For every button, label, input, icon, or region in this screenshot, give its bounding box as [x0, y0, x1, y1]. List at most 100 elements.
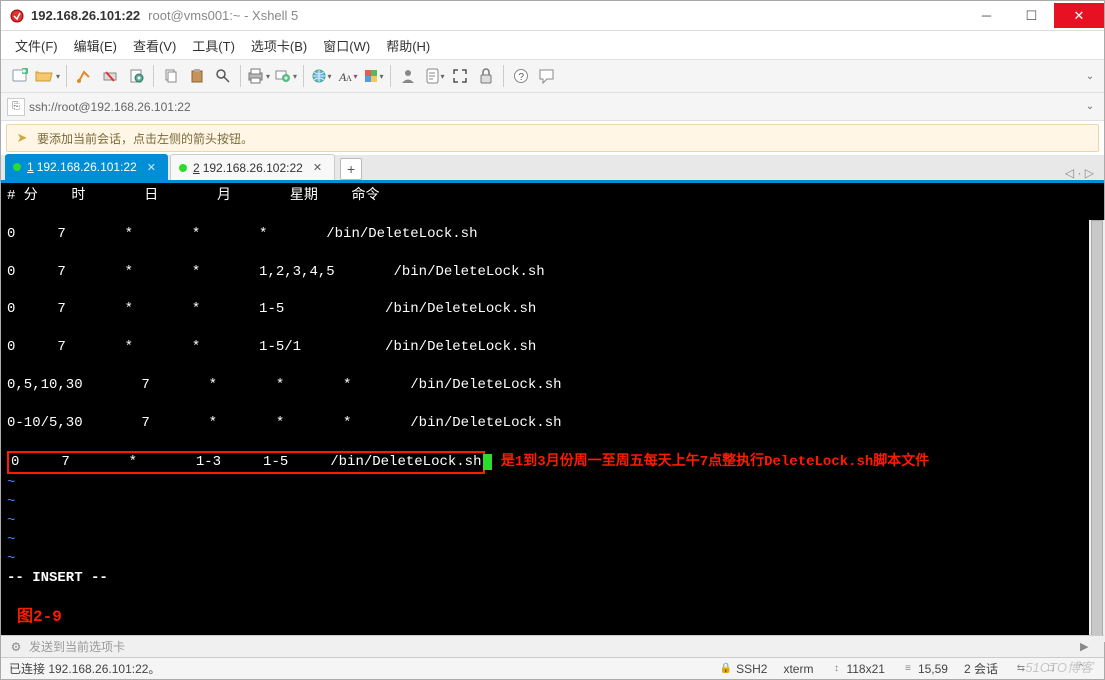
cron-row: 0 7 * * 1-5/1 /bin/DeleteLock.sh: [7, 339, 536, 355]
close-button[interactable]: ✕: [1054, 3, 1104, 28]
cron-header: # 分 时 日 月 星期 命令: [7, 188, 379, 204]
send-icon[interactable]: ▶: [1080, 640, 1098, 653]
toolbar: ▾ ▾ ▾ ▾ AA▾ ▾ ▾ ? ⌄: [1, 59, 1104, 93]
tab-nav[interactable]: ◁ · ▷: [1065, 166, 1100, 180]
send-input[interactable]: 发送到当前选项卡: [29, 638, 1080, 655]
svg-text:A: A: [346, 74, 352, 83]
highlight-box: 0 7 * 1-3 1-5 /bin/DeleteLock.sh: [7, 451, 485, 474]
addr-leading-icon[interactable]: ⎘: [7, 98, 25, 116]
tab-label: 192.168.26.101:22: [37, 160, 137, 174]
send-bar: ⚙ 发送到当前选项卡 ▶: [1, 635, 1104, 657]
tab-num: 1: [27, 160, 34, 174]
hint-bar: ➤ 要添加当前会话，点击左侧的箭头按钮。: [6, 124, 1099, 152]
address-bar: ⎘ ssh://root@192.168.26.101:22 ⌄: [1, 93, 1104, 121]
font-icon[interactable]: AA▾: [336, 64, 358, 88]
title-subtitle: root@vms001:~ - Xshell 5: [148, 8, 298, 23]
toolbar-sep: [303, 65, 304, 87]
tilde: ~: [7, 513, 15, 529]
paste-icon[interactable]: [186, 64, 208, 88]
cron-row: 0 7 * * 1,2,3,4,5 /bin/DeleteLock.sh: [7, 264, 545, 280]
disconnect-icon[interactable]: [99, 64, 121, 88]
menu-bar: 文件(F) 编辑(E) 查看(V) 工具(T) 选项卡(B) 窗口(W) 帮助(…: [1, 31, 1104, 59]
toolbar-sep: [66, 65, 67, 87]
toolbar-sep: [153, 65, 154, 87]
new-session-icon[interactable]: [9, 64, 31, 88]
address-dropdown[interactable]: ⌄: [1082, 101, 1098, 112]
new-tab-button[interactable]: +: [340, 158, 362, 180]
xftp-icon[interactable]: ▾: [274, 64, 297, 88]
print-icon[interactable]: ▾: [247, 64, 270, 88]
tilde: ~: [7, 551, 15, 567]
tab-label: 192.168.26.102:22: [203, 161, 303, 175]
lock-icon: 🔒: [719, 662, 733, 676]
app-icon: [9, 8, 25, 24]
properties-icon[interactable]: [125, 64, 147, 88]
cron-row: 0 7 * * 1-5 /bin/DeleteLock.sh: [7, 301, 536, 317]
tab-close-icon[interactable]: ✕: [313, 161, 322, 174]
toolbar-overflow[interactable]: ⌄: [1082, 71, 1098, 82]
hint-arrow-icon[interactable]: ➤: [13, 129, 31, 147]
colorscheme-icon[interactable]: ▾: [362, 64, 384, 88]
menu-tool[interactable]: 工具(T): [186, 33, 241, 58]
cron-row: 0 7 * * * /bin/DeleteLock.sh: [7, 226, 477, 242]
size-icon: ↕: [829, 662, 843, 676]
window-buttons: ─ ☐ ✕: [964, 3, 1104, 28]
status-connection: 已连接 192.168.26.101:22。: [9, 660, 160, 677]
vi-mode: -- INSERT --: [7, 570, 108, 586]
tab-close-icon[interactable]: ✕: [147, 161, 156, 174]
scroll-thumb[interactable]: [1091, 220, 1103, 642]
lock-icon[interactable]: [475, 64, 497, 88]
svg-text:?: ?: [519, 72, 525, 83]
figure-label: 图2-9: [17, 607, 62, 629]
feedback-icon[interactable]: [536, 64, 558, 88]
status-bar: 已连接 192.168.26.101:22。 🔒SSH2 xterm ↕118x…: [1, 657, 1104, 679]
cron-row: 0,5,10,30 7 * * * /bin/DeleteLock.sh: [7, 377, 562, 393]
tab-bar: 1 192.168.26.101:22 ✕ 2 192.168.26.102:2…: [1, 155, 1104, 183]
tab-1[interactable]: 1 192.168.26.101:22 ✕: [5, 154, 168, 180]
open-folder-icon[interactable]: ▾: [35, 64, 60, 88]
terminal[interactable]: # 分 时 日 月 星期 命令 0 7 * * * /bin/DeleteLoc…: [1, 183, 1104, 635]
tilde: ~: [7, 494, 15, 510]
find-icon[interactable]: [212, 64, 234, 88]
maximize-button[interactable]: ☐: [1009, 3, 1054, 28]
toolbar-sep: [390, 65, 391, 87]
app-window: 192.168.26.101:22 root@vms001:~ - Xshell…: [0, 0, 1105, 680]
menu-tabs[interactable]: 选项卡(B): [245, 33, 313, 58]
status-dot-icon: [13, 163, 21, 171]
menu-view[interactable]: 查看(V): [127, 33, 182, 58]
status-dot-icon: [179, 164, 187, 172]
status-sessions: 2 会话: [964, 660, 998, 677]
toolbar-sep: [240, 65, 241, 87]
reconnect-icon[interactable]: [73, 64, 95, 88]
script-icon[interactable]: ▾: [423, 64, 445, 88]
tilde: ~: [7, 532, 15, 548]
pos-icon: ≡: [901, 662, 915, 676]
menu-help[interactable]: 帮助(H): [380, 33, 436, 58]
status-pos: ≡15,59: [901, 662, 948, 676]
globe-icon[interactable]: ▾: [310, 64, 332, 88]
annotation-text: 是1到3月份周一至周五每天上午7点整执行DeleteLock.sh脚本文件: [501, 454, 929, 470]
address-text[interactable]: ssh://root@192.168.26.101:22: [29, 100, 1082, 114]
title-ip: 192.168.26.101:22: [31, 8, 140, 23]
gear-icon[interactable]: ⚙: [7, 638, 25, 656]
menu-edit[interactable]: 编辑(E): [68, 33, 123, 58]
hint-text: 要添加当前会话，点击左侧的箭头按钮。: [37, 130, 253, 147]
status-term: xterm: [783, 662, 813, 676]
menu-file[interactable]: 文件(F): [9, 33, 64, 58]
cron-row-highlight: 0 7 * 1-3 1-5 /bin/DeleteLock.sh: [11, 454, 481, 470]
tab-num: 2: [193, 161, 200, 175]
watermark: 51CTO博客: [1025, 657, 1093, 676]
menu-window[interactable]: 窗口(W): [317, 33, 376, 58]
vertical-scrollbar[interactable]: [1089, 220, 1105, 642]
user-icon[interactable]: [397, 64, 419, 88]
cursor-icon: [483, 454, 492, 470]
status-ssh: 🔒SSH2: [719, 662, 767, 676]
tab-2[interactable]: 2 192.168.26.102:22 ✕: [170, 154, 335, 180]
cron-row: 0-10/5,30 7 * * * /bin/DeleteLock.sh: [7, 415, 562, 431]
copy-icon[interactable]: [160, 64, 182, 88]
title-bar: 192.168.26.101:22 root@vms001:~ - Xshell…: [1, 1, 1104, 31]
help-icon[interactable]: ?: [510, 64, 532, 88]
minimize-button[interactable]: ─: [964, 3, 1009, 28]
toolbar-sep: [503, 65, 504, 87]
fullscreen-icon[interactable]: [449, 64, 471, 88]
